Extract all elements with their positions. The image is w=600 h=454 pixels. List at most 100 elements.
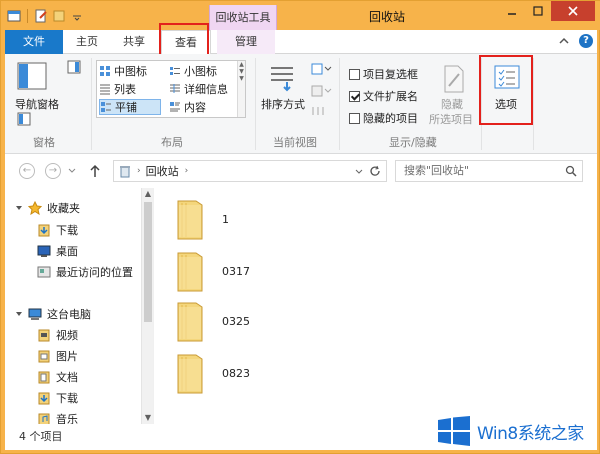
- nav-pane-scrollbar[interactable]: ▲ ▼: [141, 188, 153, 424]
- current-view-group-label: 当前视图: [273, 136, 317, 149]
- scroll-down-arrow[interactable]: ▼: [142, 412, 153, 424]
- forward-button[interactable]: →: [45, 163, 61, 179]
- collapse-ribbon-icon[interactable]: [557, 34, 571, 48]
- list-item[interactable]: 0325: [174, 298, 250, 344]
- scroll-thumb[interactable]: [144, 202, 152, 322]
- options-button[interactable]: 选项: [495, 96, 517, 112]
- back-button[interactable]: ←: [19, 163, 35, 179]
- file-name: 0823: [222, 366, 250, 380]
- hide-selected-label: 隐藏: [441, 98, 463, 111]
- navigation-pane-button[interactable]: 导航窗格: [15, 96, 59, 112]
- file-extensions-toggle[interactable]: 文件扩展名: [349, 88, 418, 104]
- search-icon[interactable]: [565, 165, 577, 177]
- medium-icons-icon: [100, 66, 110, 76]
- tab-manage[interactable]: 管理: [217, 30, 275, 54]
- sort-by-icon[interactable]: [267, 62, 297, 92]
- layout-list[interactable]: 列表: [99, 81, 136, 97]
- hidden-items-toggle[interactable]: 隐藏的项目: [349, 110, 418, 126]
- nav-favorites-label: 收藏夹: [47, 202, 80, 215]
- list-item[interactable]: 1: [174, 196, 229, 242]
- tiles-icon: [101, 102, 111, 112]
- computer-icon: [28, 308, 42, 320]
- layout-content-label: 内容: [184, 101, 206, 114]
- up-icon[interactable]: [89, 164, 101, 178]
- layout-tiles[interactable]: 平铺: [99, 99, 161, 115]
- ribbon: 导航窗格 窗格 中图标 小图标 列表 详细信息 平铺 内容 ▲ ▼ ▼ 布局 排…: [5, 54, 597, 154]
- pictures-folder-icon: [38, 350, 50, 363]
- size-columns-icon[interactable]: [311, 104, 333, 118]
- close-button[interactable]: [551, 1, 595, 21]
- nav-favorites[interactable]: 收藏夹: [15, 198, 80, 218]
- tab-share[interactable]: 共享: [111, 30, 157, 54]
- scroll-up-arrow[interactable]: ▲: [142, 188, 153, 200]
- layout-content[interactable]: 内容: [169, 99, 206, 115]
- new-folder-icon[interactable]: [52, 9, 66, 23]
- videos-folder-icon: [38, 329, 50, 342]
- file-extensions-checkbox[interactable]: [349, 90, 360, 102]
- file-list: 1 0317 0325 0823: [153, 188, 597, 424]
- nav-pc-music[interactable]: 音乐: [37, 409, 78, 424]
- nav-pc-videos[interactable]: 视频: [37, 325, 78, 345]
- expand-chevron-icon[interactable]: [15, 204, 23, 212]
- layout-gallery-scroll[interactable]: ▲ ▼ ▼: [237, 61, 245, 117]
- address-dropdown-icon[interactable]: [354, 167, 364, 177]
- layout-small-icons[interactable]: 小图标: [169, 63, 217, 79]
- breadcrumb-sep[interactable]: ›: [137, 166, 141, 176]
- search-input[interactable]: 搜索"回收站": [395, 160, 583, 182]
- add-columns-icon[interactable]: [311, 84, 333, 98]
- layout-medium-icons[interactable]: 中图标: [99, 63, 147, 79]
- list-item[interactable]: 0823: [174, 350, 250, 396]
- expand-chevron-icon[interactable]: [15, 310, 23, 318]
- nav-this-pc[interactable]: 这台电脑: [15, 304, 91, 324]
- music-folder-icon: [38, 413, 50, 424]
- qat-dropdown-icon[interactable]: [70, 9, 84, 23]
- window-icon[interactable]: [7, 9, 21, 23]
- tab-home[interactable]: 主页: [65, 30, 109, 54]
- maximize-button[interactable]: [525, 1, 551, 21]
- navigation-pane-icon[interactable]: [17, 62, 47, 90]
- documents-folder-icon: [38, 371, 50, 384]
- layout-small-icons-label: 小图标: [184, 65, 217, 78]
- list-item[interactable]: 0317: [174, 248, 250, 294]
- hide-selected-items-icon[interactable]: [441, 64, 467, 94]
- tab-view[interactable]: 查看: [161, 30, 211, 55]
- tab-file[interactable]: 文件: [5, 30, 63, 54]
- windows-logo-icon: [438, 416, 470, 446]
- explorer-window: 回收站工具 回收站 文件 主页 共享 查看 管理 ? 导航窗格 窗格 中图标 小…: [0, 0, 600, 454]
- window-controls: [499, 1, 595, 23]
- separator: [27, 9, 28, 23]
- nav-pc-pictures[interactable]: 图片: [37, 346, 78, 366]
- item-checkboxes-toggle[interactable]: 项目复选框: [349, 66, 418, 82]
- refresh-icon[interactable]: [369, 165, 381, 177]
- layout-details-label: 详细信息: [184, 83, 228, 96]
- nav-fav-downloads[interactable]: 下载: [37, 220, 78, 240]
- breadcrumb-recycle-bin[interactable]: 回收站: [146, 163, 179, 179]
- layout-details[interactable]: 详细信息: [169, 81, 228, 97]
- maximize-icon: [533, 6, 543, 16]
- folder-icon: [177, 302, 203, 342]
- item-checkboxes-checkbox[interactable]: [349, 68, 360, 80]
- hidden-items-checkbox[interactable]: [349, 112, 360, 124]
- properties-icon[interactable]: [34, 9, 48, 23]
- sort-by-button[interactable]: 排序方式: [261, 96, 305, 112]
- breadcrumb-sep[interactable]: ›: [185, 166, 189, 176]
- preview-pane-icon[interactable]: [67, 60, 81, 74]
- options-icon[interactable]: [493, 64, 521, 92]
- group-separator: [481, 58, 482, 150]
- address-box[interactable]: › 回收站 ›: [113, 160, 387, 182]
- quick-access-toolbar: [7, 7, 84, 25]
- nav-fav-recent[interactable]: 最近访问的位置: [37, 262, 133, 282]
- help-icon[interactable]: ?: [579, 34, 593, 48]
- details-pane-icon[interactable]: [17, 112, 31, 126]
- nav-fav-desktop[interactable]: 桌面: [37, 241, 78, 261]
- show-hide-group-label: 显示/隐藏: [389, 136, 437, 149]
- layout-medium-icons-label: 中图标: [114, 65, 147, 78]
- nav-pc-documents[interactable]: 文档: [37, 367, 78, 387]
- group-by-icon[interactable]: [311, 62, 333, 76]
- recent-locations-icon[interactable]: [67, 166, 77, 176]
- hide-selected-items-button[interactable]: 所选项目: [429, 111, 473, 127]
- contextual-tab-group-label: 回收站工具: [209, 5, 277, 30]
- nav-pc-downloads[interactable]: 下载: [37, 388, 78, 408]
- hidden-items-label: 隐藏的项目: [363, 112, 418, 125]
- minimize-button[interactable]: [499, 1, 525, 21]
